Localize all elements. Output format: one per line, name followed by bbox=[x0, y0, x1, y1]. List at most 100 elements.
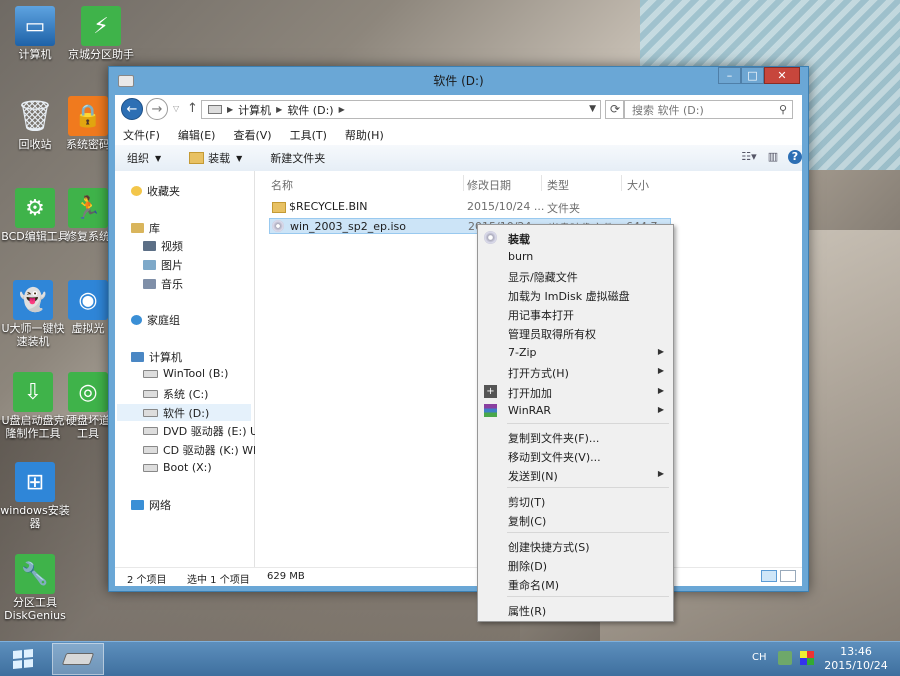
network-status-icon[interactable] bbox=[778, 651, 792, 665]
context-item-send-to[interactable]: 发送到(N) ▶ bbox=[478, 465, 673, 484]
nav-computer[interactable]: 计算机 bbox=[131, 349, 182, 365]
recent-locations-chevron-icon[interactable]: ▽ bbox=[173, 104, 179, 113]
desktop-icon-bcd-editor[interactable]: ⚙ BCD编辑工具 bbox=[0, 188, 70, 243]
video-icon bbox=[143, 241, 156, 251]
column-header-size[interactable]: 大小 bbox=[627, 177, 649, 193]
menu-tools[interactable]: 工具(T) bbox=[290, 127, 327, 143]
breadcrumb-drive-d[interactable]: 软件 (D:) bbox=[287, 102, 333, 118]
context-item-burn[interactable]: burn bbox=[478, 247, 673, 266]
context-item-mount[interactable]: 装载 bbox=[478, 228, 673, 247]
load-button[interactable]: 装载 ▼ bbox=[189, 150, 242, 166]
column-header-name[interactable]: 名称 bbox=[271, 177, 293, 193]
address-bar[interactable]: ▶ 计算机 ▶ 软件 (D:) ▶ ▼ bbox=[201, 100, 601, 119]
back-arrow-icon[interactable]: ← bbox=[121, 98, 143, 120]
close-button[interactable]: ✕ bbox=[764, 67, 800, 84]
desktop-icon-usb-clone[interactable]: ⇩ U盘启动盘克隆制作工具 bbox=[0, 372, 66, 440]
nav-favorites[interactable]: 收藏夹 bbox=[131, 183, 180, 199]
nav-network[interactable]: 网络 bbox=[131, 497, 171, 513]
context-item-properties[interactable]: 属性(R) bbox=[478, 600, 673, 619]
desktop-icon-udashi[interactable]: 👻 U大师一键快速装机 bbox=[0, 280, 66, 348]
address-dropdown-chevron-icon[interactable]: ▼ bbox=[589, 104, 596, 114]
context-item-open-plus[interactable]: + 打开加加 ▶ bbox=[478, 382, 673, 401]
title-bar[interactable]: 软件 (D:) – □ ✕ bbox=[109, 67, 808, 93]
nav-drive-c[interactable]: 系统 (C:) bbox=[143, 386, 208, 402]
breadcrumb-separator-icon: ▶ bbox=[227, 105, 234, 114]
taskbar: CH 13:46 2015/10/24 bbox=[0, 641, 900, 676]
desktop-icon-repair-system[interactable]: 🏃 修复系统 bbox=[66, 188, 110, 243]
desktop-icon-virtual-drive[interactable]: ◉ 虚拟光 bbox=[66, 280, 110, 335]
minimize-button[interactable]: – bbox=[718, 67, 741, 84]
menu-edit[interactable]: 编辑(E) bbox=[178, 127, 216, 143]
drive-icon bbox=[143, 390, 158, 398]
nav-drive-k[interactable]: CD 驱动器 (K:) WIN bbox=[143, 442, 265, 458]
search-icon[interactable]: ⚲ bbox=[779, 103, 787, 116]
nav-drive-e[interactable]: DVD 驱动器 (E:) U7 bbox=[143, 423, 265, 439]
breadcrumb-separator-icon[interactable]: ▶ bbox=[339, 105, 345, 114]
column-divider[interactable] bbox=[541, 175, 542, 191]
file-row[interactable]: $RECYCLE.BIN 2015/10/24 ... 文件夹 bbox=[269, 199, 671, 215]
maximize-button[interactable]: □ bbox=[741, 67, 764, 84]
context-item-label: WinRAR bbox=[508, 404, 552, 417]
large-icons-view-icon[interactable] bbox=[780, 570, 796, 582]
dvd-drive-icon bbox=[143, 427, 158, 435]
column-divider[interactable] bbox=[463, 175, 464, 191]
start-button[interactable] bbox=[8, 647, 38, 671]
desktop-icon-system-password[interactable]: 🔒 系统密码 bbox=[66, 96, 110, 151]
menu-help[interactable]: 帮助(H) bbox=[345, 127, 384, 143]
breadcrumb-computer[interactable]: 计算机 bbox=[238, 102, 271, 118]
desktop-icon-recycle-bin[interactable]: 🗑 回收站 bbox=[0, 96, 70, 152]
nav-videos[interactable]: 视频 bbox=[143, 238, 183, 254]
context-item-imdisk[interactable]: 加载为 ImDisk 虚拟磁盘 bbox=[478, 285, 673, 304]
context-item-notepad[interactable]: 用记事本打开 bbox=[478, 304, 673, 323]
context-item-rename[interactable]: 重命名(M) bbox=[478, 574, 673, 593]
nav-homegroup[interactable]: 家庭组 bbox=[131, 312, 180, 328]
nav-drive-d[interactable]: 软件 (D:) bbox=[117, 404, 251, 421]
view-options-icon[interactable]: ☷▾ bbox=[740, 149, 758, 165]
desktop-icon-partition-assistant[interactable]: ⚡ 京城分区助手 bbox=[66, 6, 136, 61]
column-header-date[interactable]: 修改日期 bbox=[467, 177, 511, 193]
context-item-show-hide[interactable]: 显示/隐藏文件 bbox=[478, 266, 673, 285]
context-item-winrar[interactable]: WinRAR ▶ bbox=[478, 401, 673, 420]
preview-pane-icon[interactable]: ▥ bbox=[764, 149, 782, 165]
desktop-icon-diskgenius[interactable]: 🔧 分区工具DiskGenius bbox=[0, 554, 70, 622]
desktop-icon-label: windows安装器 bbox=[0, 504, 70, 530]
new-folder-button[interactable]: 新建文件夹 bbox=[270, 150, 325, 166]
context-item-label: 加载为 ImDisk 虚拟磁盘 bbox=[508, 290, 630, 303]
column-divider[interactable] bbox=[621, 175, 622, 191]
help-icon[interactable]: ? bbox=[788, 150, 802, 164]
refresh-icon[interactable]: ⟳ bbox=[605, 100, 625, 119]
nav-pictures[interactable]: 图片 bbox=[143, 257, 183, 273]
language-indicator[interactable]: CH bbox=[752, 652, 767, 663]
context-item-copy[interactable]: 复制(C) bbox=[478, 510, 673, 529]
desktop-icon-windows-installer[interactable]: ⊞ windows安装器 bbox=[0, 462, 70, 530]
context-item-7zip[interactable]: 7-Zip ▶ bbox=[478, 343, 673, 362]
search-input[interactable] bbox=[630, 102, 774, 119]
breadcrumb-separator-icon[interactable]: ▶ bbox=[276, 105, 282, 114]
menu-view[interactable]: 查看(V) bbox=[233, 127, 271, 143]
nav-libraries[interactable]: 库 bbox=[131, 220, 160, 236]
context-item-move-to-folder[interactable]: 移动到文件夹(V)... bbox=[478, 446, 673, 465]
menu-file[interactable]: 文件(F) bbox=[123, 127, 160, 143]
desktop-icon-computer[interactable]: ▭ 计算机 bbox=[0, 6, 70, 61]
wrench-icon: 🔧 bbox=[15, 554, 55, 594]
context-item-cut[interactable]: 剪切(T) bbox=[478, 491, 673, 510]
context-item-label: 管理员取得所有权 bbox=[508, 328, 596, 341]
desktop-icon-bad-sector[interactable]: ◎ 硬盘坏道工具 bbox=[66, 372, 110, 440]
column-header-type[interactable]: 类型 bbox=[547, 177, 569, 193]
context-item-delete[interactable]: 删除(D) bbox=[478, 555, 673, 574]
search-box[interactable]: ⚲ bbox=[623, 100, 793, 119]
nav-music[interactable]: 音乐 bbox=[143, 276, 183, 292]
clock[interactable]: 13:46 2015/10/24 bbox=[818, 645, 894, 673]
context-item-copy-to-folder[interactable]: 复制到文件夹(F)... bbox=[478, 427, 673, 446]
organize-button[interactable]: 组织 ▼ bbox=[127, 150, 161, 166]
context-item-open-with[interactable]: 打开方式(H) ▶ bbox=[478, 362, 673, 381]
display-settings-icon[interactable] bbox=[800, 651, 814, 665]
context-item-take-ownership[interactable]: 管理员取得所有权 bbox=[478, 323, 673, 342]
taskbar-explorer-button[interactable] bbox=[52, 643, 104, 675]
up-arrow-icon[interactable]: ↑ bbox=[187, 101, 198, 116]
context-item-create-shortcut[interactable]: 创建快捷方式(S) bbox=[478, 536, 673, 555]
details-view-icon[interactable] bbox=[761, 570, 777, 582]
nav-drive-x[interactable]: Boot (X:) bbox=[143, 461, 212, 474]
forward-arrow-icon[interactable]: → bbox=[146, 98, 168, 120]
nav-drive-b[interactable]: WinTool (B:) bbox=[143, 367, 228, 380]
